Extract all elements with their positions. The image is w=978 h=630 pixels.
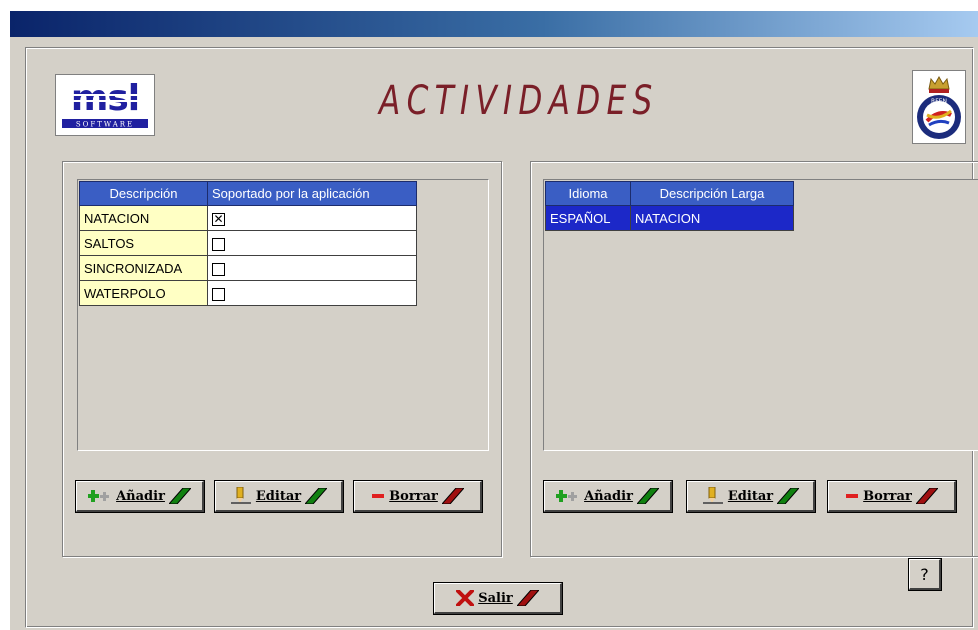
green-pencil-icon — [305, 488, 328, 504]
column-header-descripcion-larga[interactable]: Descripción Larga — [630, 181, 794, 206]
title-bar — [10, 11, 978, 37]
column-header-idioma[interactable]: Idioma — [545, 181, 631, 206]
msl-logo: msl SOFTWARE — [55, 74, 155, 136]
green-pencil-icon — [168, 488, 191, 504]
red-pencil-icon — [516, 590, 539, 606]
soportado-checkbox[interactable] — [212, 287, 225, 301]
rfen-logo-text: RFEN — [931, 98, 947, 105]
actividades-panel: Descripción Soportado por la aplicación … — [62, 161, 502, 557]
add-button[interactable]: Añadir — [543, 480, 673, 513]
plus-icon — [88, 490, 110, 502]
delete-button[interactable]: Borrar — [827, 480, 957, 513]
descripcion-larga-cell[interactable]: NATACION — [630, 205, 794, 231]
idiomas-panel: Idioma Descripción Larga ESPAÑOL NATACIO… — [530, 161, 978, 557]
table-row[interactable]: SINCRONIZADA — [79, 255, 417, 281]
table-row[interactable]: SALTOS — [79, 230, 417, 256]
table-row[interactable]: NATACION ✕ — [79, 205, 417, 231]
edit-button-label: Editar — [727, 488, 774, 504]
edit-button-label: Editar — [255, 488, 302, 504]
minus-icon — [846, 494, 859, 498]
edit-button[interactable]: Editar — [214, 480, 344, 513]
column-header-soportado[interactable]: Soportado por la aplicación — [207, 181, 417, 206]
msl-logo-subtext: SOFTWARE — [76, 121, 134, 129]
table-row[interactable]: ESPAÑOL NATACION — [545, 205, 794, 231]
idiomas-grid[interactable]: Idioma Descripción Larga ESPAÑOL NATACIO… — [543, 179, 978, 451]
exit-button[interactable]: Salir — [433, 582, 563, 615]
actividades-grid[interactable]: Descripción Soportado por la aplicación … — [77, 179, 489, 451]
add-button-label: Añadir — [116, 488, 165, 504]
exit-button-label: Salir — [478, 590, 513, 606]
rfen-logo: RFEN — [912, 70, 966, 144]
descripcion-cell[interactable]: SALTOS — [79, 230, 208, 256]
table-row[interactable]: WATERPOLO — [79, 280, 417, 306]
actividades-window: msl SOFTWARE ACTIVIDADES RFEN Descripció… — [10, 37, 978, 630]
main-frame: msl SOFTWARE ACTIVIDADES RFEN Descripció… — [25, 47, 978, 628]
descripcion-cell[interactable]: WATERPOLO — [79, 280, 208, 306]
column-header-descripcion[interactable]: Descripción — [79, 181, 208, 206]
green-pencil-icon — [777, 488, 800, 504]
minus-icon — [372, 494, 385, 498]
red-pencil-icon — [441, 488, 464, 504]
add-button-label: Añadir — [584, 488, 633, 504]
add-button[interactable]: Añadir — [75, 480, 205, 513]
delete-button-label: Borrar — [863, 488, 912, 504]
edit-pencil-icon — [702, 487, 723, 504]
descripcion-cell[interactable]: NATACION — [79, 205, 208, 231]
delete-button[interactable]: Borrar — [353, 480, 483, 513]
soportado-checkbox-checked[interactable]: ✕ — [212, 212, 225, 226]
help-button[interactable]: ? — [908, 558, 942, 591]
page-title: ACTIVIDADES — [379, 78, 659, 124]
msl-logo-text: msl — [71, 78, 139, 119]
descripcion-cell[interactable]: SINCRONIZADA — [79, 255, 208, 281]
idioma-cell[interactable]: ESPAÑOL — [545, 205, 631, 231]
red-x-icon — [456, 590, 475, 606]
red-pencil-icon — [915, 488, 938, 504]
green-pencil-icon — [636, 488, 659, 504]
delete-button-label: Borrar — [389, 488, 438, 504]
soportado-checkbox[interactable] — [212, 237, 225, 251]
soportado-checkbox[interactable] — [212, 262, 225, 276]
edit-button[interactable]: Editar — [686, 480, 816, 513]
plus-icon — [556, 490, 578, 502]
edit-pencil-icon — [230, 487, 251, 504]
